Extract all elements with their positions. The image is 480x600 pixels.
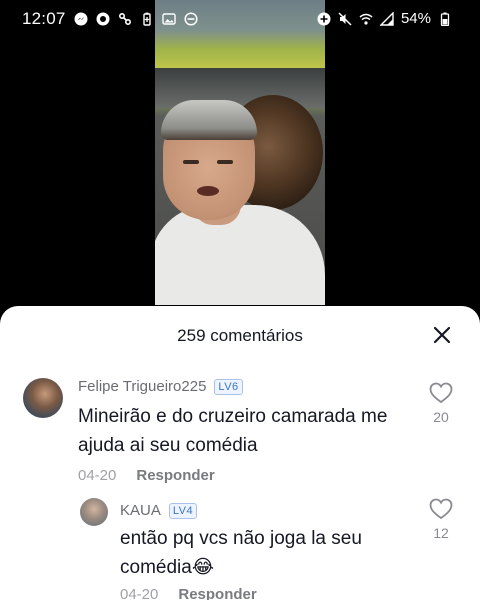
comment-header: KAUA LV4: [120, 502, 198, 519]
comments-count-title: 259 comentários: [177, 326, 303, 345]
status-right: 54%: [317, 10, 452, 27]
battery-icon: [438, 12, 452, 26]
link-icon: [118, 12, 132, 26]
battery-percent: 54%: [400, 10, 431, 27]
comment-header: Felipe Trigueiro225 LV6: [78, 378, 243, 395]
level-badge: LV4: [168, 502, 198, 519]
add-circle-icon: [317, 12, 331, 26]
comment-username[interactable]: Felipe Trigueiro225: [78, 378, 206, 395]
comment-username[interactable]: KAUA: [120, 502, 161, 519]
comment-meta: 04-20 Responder: [120, 586, 257, 600]
close-button[interactable]: [430, 323, 454, 347]
heart-icon: [429, 498, 453, 520]
blocked-icon: [183, 12, 198, 26]
avatar[interactable]: [80, 498, 108, 526]
person-shirt: [155, 205, 325, 305]
person-mouth: [197, 186, 219, 196]
comment-meta: 04-20 Responder: [78, 467, 215, 484]
comment-text: Mineirão e do cruzeiro camarada me ajuda…: [78, 406, 388, 456]
person-eye-right: [217, 160, 233, 164]
video-player[interactable]: [155, 0, 325, 305]
status-time: 12:07: [22, 9, 66, 28]
person-hair: [161, 100, 257, 140]
comment-date: 04-20: [120, 586, 159, 600]
status-left: 12:07: [22, 9, 198, 29]
like-button[interactable]: 20: [421, 382, 461, 425]
close-icon: [433, 326, 451, 344]
level-badge: LV6: [214, 378, 243, 395]
battery-saver-icon: [140, 12, 154, 26]
reply-button[interactable]: Responder: [178, 586, 256, 600]
like-button[interactable]: 12: [421, 498, 461, 541]
target-icon: [96, 12, 110, 26]
wifi-icon: [359, 12, 373, 26]
messenger-icon: [74, 12, 88, 26]
like-count: 12: [433, 525, 449, 541]
reply-button[interactable]: Responder: [136, 467, 214, 484]
avatar[interactable]: [23, 378, 63, 418]
heart-icon: [429, 382, 453, 404]
comment-text: então pq vcs não joga la seu comédia😂: [120, 528, 362, 578]
comment-date: 04-20: [78, 467, 117, 484]
signal-icon: [379, 11, 394, 26]
like-count: 20: [433, 409, 449, 425]
image-icon: [161, 12, 176, 26]
status-bar: 12:07 54%: [0, 0, 480, 38]
mute-icon: [338, 11, 352, 26]
comments-sheet: 259 comentários Felipe Trigueiro225 LV6 …: [0, 306, 480, 600]
person-eye-left: [183, 160, 199, 164]
